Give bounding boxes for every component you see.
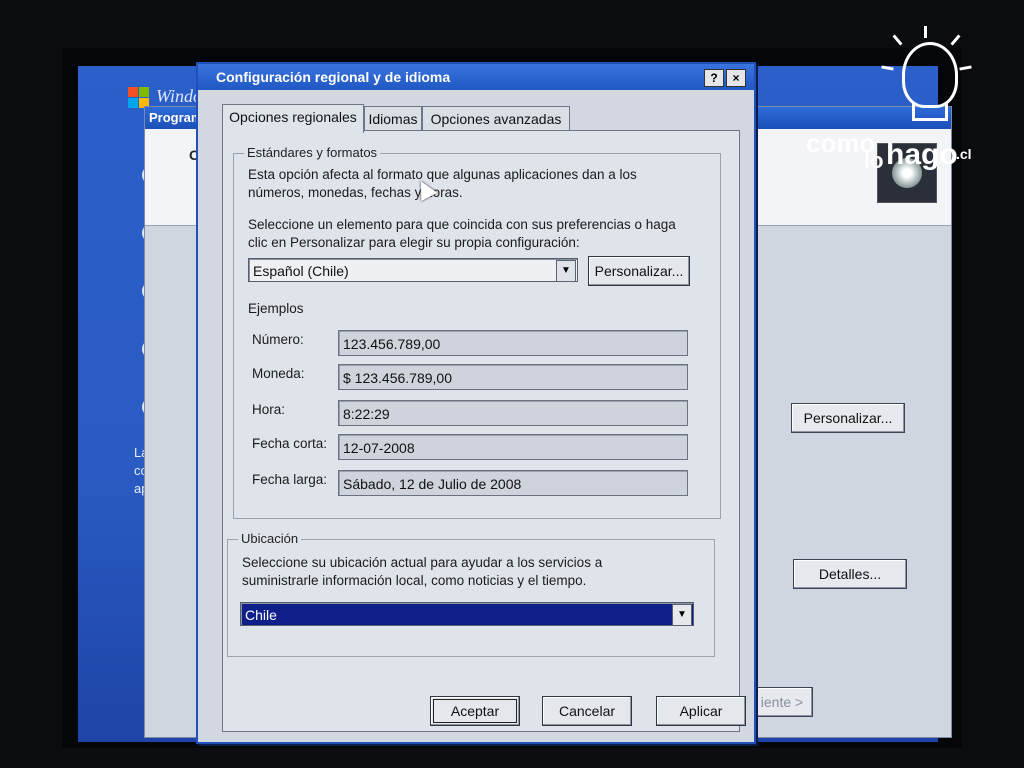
cancel-button[interactable]: Cancelar (542, 696, 632, 726)
standards-description-line1: Esta opción afecta al formato que alguna… (248, 167, 637, 182)
standards-formats-group: Estándares y formatos Esta opción afecta… (233, 145, 721, 519)
example-long-date-label: Fecha larga: (252, 472, 328, 487)
apply-button[interactable]: Aplicar (656, 696, 746, 726)
close-button[interactable]: × (726, 69, 746, 87)
dialog-title-bar: Configuración regional y de idioma ? × (198, 64, 754, 90)
example-currency-label: Moneda: (252, 366, 305, 381)
locale-dropdown-value: Español (Chile) (253, 263, 349, 279)
logo-word-cl: .cl (956, 146, 972, 162)
ok-button[interactable]: Aceptar (430, 696, 520, 726)
location-description-line2: suministrarle información local, como no… (242, 573, 587, 588)
example-short-date-value: 12-07-2008 (338, 434, 688, 460)
logo-word-hago: hago (886, 138, 958, 171)
example-currency-value: $ 123.456.789,00 (338, 364, 688, 390)
example-number-label: Número: (252, 332, 304, 347)
example-short-date-label: Fecha corta: (252, 436, 328, 451)
example-long-date-value: Sábado, 12 de Julio de 2008 (338, 470, 688, 496)
location-group: Ubicación Seleccione su ubicación actual… (227, 531, 715, 657)
select-instruction-line2: clic en Personalizar para elegir su prop… (248, 235, 580, 250)
dialog-title: Configuración regional y de idioma (216, 69, 451, 85)
regional-settings-dialog: Configuración regional y de idioma ? × O… (196, 62, 756, 744)
location-dropdown-value: Chile (245, 607, 277, 623)
wizard-next-button[interactable]: iente > (751, 687, 813, 717)
example-time-label: Hora: (252, 402, 286, 417)
location-dropdown[interactable]: Chile ▼ (240, 602, 694, 626)
examples-label: Ejemplos (248, 301, 304, 316)
tab-regional-options[interactable]: Opciones regionales (222, 104, 364, 133)
lightbulb-base (912, 102, 948, 121)
example-time-value: 8:22:29 (338, 400, 688, 426)
select-instruction-line1: Seleccione un elemento para que coincida… (248, 217, 676, 232)
wizard-details-button[interactable]: Detalles... (793, 559, 907, 589)
logo-word-lo: lo (864, 148, 884, 173)
regional-options-panel: Estándares y formatos Esta opción afecta… (222, 130, 740, 732)
example-number-value: 123.456.789,00 (338, 330, 688, 356)
customize-button[interactable]: Personalizar... (588, 256, 690, 286)
help-button[interactable]: ? (704, 69, 724, 87)
chevron-down-icon[interactable]: ▼ (672, 604, 692, 626)
standards-formats-legend: Estándares y formatos (244, 145, 381, 160)
location-legend: Ubicación (238, 531, 302, 546)
lightbulb-icon (902, 42, 958, 108)
locale-dropdown[interactable]: Español (Chile) ▼ (248, 258, 578, 282)
tab-advanced-options[interactable]: Opciones avanzadas (422, 106, 570, 131)
chevron-down-icon[interactable]: ▼ (556, 260, 576, 282)
wizard-customize-button[interactable]: Personalizar... (791, 403, 905, 433)
tab-languages[interactable]: Idiomas (364, 106, 422, 131)
comolohago-logo: como lo hago .cl (806, 26, 996, 173)
location-description-line1: Seleccione su ubicación actual para ayud… (242, 555, 603, 570)
